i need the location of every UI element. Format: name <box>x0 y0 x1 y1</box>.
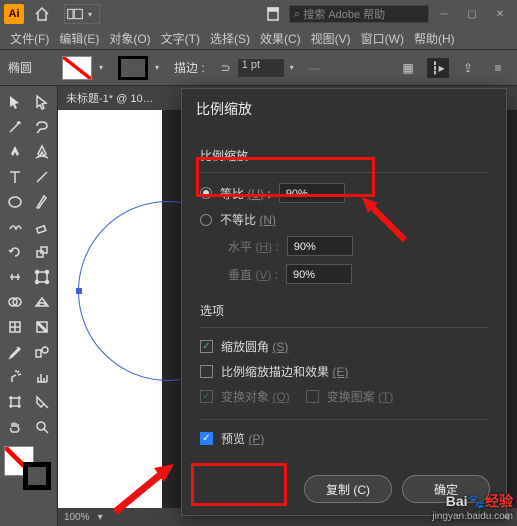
lasso-tool[interactable] <box>29 115 55 139</box>
line-tool[interactable] <box>29 165 55 189</box>
menu-bar: 文件(F) 编辑(E) 对象(O) 文字(T) 选择(S) 效果(C) 视图(V… <box>0 28 517 50</box>
menu-view[interactable]: 视图(V) <box>307 28 355 49</box>
width-tool[interactable] <box>2 265 28 289</box>
copy-button[interactable]: 复制 (C) <box>304 475 392 503</box>
horizontal-input[interactable]: 90% <box>287 236 353 256</box>
type-tool[interactable] <box>2 165 28 189</box>
horizontal-label: 水平 (H) : <box>228 238 279 255</box>
document-icon[interactable] <box>263 4 283 24</box>
ellipse-tool[interactable] <box>2 190 28 214</box>
menu-object[interactable]: 对象(O) <box>105 28 154 49</box>
tool-name-label: 椭圆 <box>8 59 32 76</box>
menu-select[interactable]: 选择(S) <box>206 28 254 49</box>
section-options-label: 选项 <box>200 302 488 319</box>
menu-effect[interactable]: 效果(C) <box>256 28 305 49</box>
stroke-color-swatch[interactable] <box>23 462 51 490</box>
home-icon[interactable] <box>32 4 52 24</box>
vertical-input[interactable]: 90% <box>286 264 352 284</box>
search-input[interactable]: ⌕ 搜索 Adobe 帮助 <box>289 5 429 23</box>
uniform-value-input[interactable]: 90% <box>279 183 345 203</box>
shaper-tool[interactable] <box>2 215 28 239</box>
scale-dialog: 比例缩放 比例缩放 等比 (U) : 90% 不等比 (N) 水平 (H) : … <box>181 88 507 516</box>
magic-wand-tool[interactable] <box>2 115 28 139</box>
free-transform-tool[interactable] <box>29 265 55 289</box>
gradient-tool[interactable] <box>29 315 55 339</box>
close-button[interactable]: ✕ <box>487 4 513 24</box>
section-scale-label: 比例缩放 <box>200 147 488 164</box>
divider <box>200 327 488 328</box>
menu-type[interactable]: 文字(T) <box>157 28 204 49</box>
color-controls[interactable] <box>2 444 55 490</box>
separator: — <box>309 61 321 75</box>
menu-edit[interactable]: 编辑(E) <box>55 28 103 49</box>
divider <box>200 419 488 420</box>
scale-tool[interactable] <box>29 240 55 264</box>
column-graph-tool[interactable] <box>29 365 55 389</box>
app-logo: Ai <box>4 4 24 24</box>
scale-corners-checkbox[interactable] <box>200 340 213 353</box>
grid-icon[interactable]: ▦ <box>397 58 419 78</box>
pen-tool[interactable] <box>2 140 28 164</box>
transform-patterns-label: 变换图案 (T) <box>327 388 394 405</box>
ok-button[interactable]: 确定 <box>402 475 490 503</box>
preview-label: 预览 (P) <box>221 430 264 447</box>
mesh-tool[interactable] <box>2 315 28 339</box>
blend-tool[interactable] <box>29 340 55 364</box>
chevron-down-icon: ▾ <box>83 7 97 21</box>
minimize-button[interactable]: ─ <box>431 4 457 24</box>
transform-objects-label: 变换对象 (O) <box>221 388 290 405</box>
transform-objects-checkbox <box>200 390 213 403</box>
curvature-tool[interactable] <box>29 140 55 164</box>
preview-checkbox[interactable] <box>200 432 213 445</box>
stroke-label: 描边 : <box>174 59 205 76</box>
share-icon[interactable]: ⇪ <box>457 58 479 78</box>
app-titlebar: Ai ▾ ⌕ 搜索 Adobe 帮助 ─ ▢ ✕ <box>0 0 517 28</box>
chevron-down-icon[interactable]: ▾ <box>150 61 164 75</box>
zoom-level[interactable]: 100% <box>64 512 90 523</box>
paintbrush-tool[interactable] <box>29 190 55 214</box>
fill-swatch[interactable] <box>62 56 92 80</box>
link-icon[interactable]: ⊃ <box>215 58 237 78</box>
stroke-swatch[interactable] <box>118 56 148 80</box>
uniform-radio[interactable] <box>200 187 212 199</box>
direct-selection-tool[interactable] <box>29 90 55 114</box>
zoom-tool[interactable] <box>29 415 55 439</box>
eraser-tool[interactable] <box>29 215 55 239</box>
symbol-sprayer-tool[interactable] <box>2 365 28 389</box>
align-icon[interactable]: ┇▸ <box>427 58 449 78</box>
transform-patterns-checkbox <box>306 390 319 403</box>
rotate-tool[interactable] <box>2 240 28 264</box>
nonuniform-label: 不等比 (N) <box>220 211 276 228</box>
chevron-down-icon[interactable]: ▾ <box>98 512 103 523</box>
menu-window[interactable]: 窗口(W) <box>357 28 408 49</box>
anchor-point[interactable] <box>76 288 82 294</box>
vertical-label: 垂直 (V) : <box>228 266 278 283</box>
divider <box>200 172 488 173</box>
dialog-title: 比例缩放 <box>182 89 506 129</box>
scale-corners-label: 缩放圆角 (S) <box>221 338 288 355</box>
chevron-down-icon[interactable]: ▾ <box>285 61 299 75</box>
nonuniform-radio[interactable] <box>200 214 212 226</box>
eyedropper-tool[interactable] <box>2 340 28 364</box>
tool-panel <box>0 86 58 526</box>
perspective-tool[interactable] <box>29 290 55 314</box>
hand-tool[interactable] <box>2 415 28 439</box>
shape-builder-tool[interactable] <box>2 290 28 314</box>
uniform-label: 等比 (U) : <box>220 185 271 202</box>
maximize-button[interactable]: ▢ <box>459 4 485 24</box>
options-bar: 椭圆 ▾ ▾ 描边 : ⊃ 1 pt ▾ — ▦ ┇▸ ⇪ ≡ <box>0 50 517 86</box>
menu-help[interactable]: 帮助(H) <box>410 28 459 49</box>
menu-icon[interactable]: ≡ <box>487 58 509 78</box>
scale-strokes-checkbox[interactable] <box>200 365 213 378</box>
menu-file[interactable]: 文件(F) <box>6 28 53 49</box>
slice-tool[interactable] <box>29 390 55 414</box>
scale-strokes-label: 比例缩放描边和效果 (E) <box>221 363 348 380</box>
artboard-tool[interactable] <box>2 390 28 414</box>
stroke-weight-input[interactable]: 1 pt <box>237 58 285 78</box>
search-icon: ⌕ <box>294 8 300 21</box>
selection-tool[interactable] <box>2 90 28 114</box>
chevron-down-icon[interactable]: ▾ <box>94 61 108 75</box>
workspace-switcher[interactable]: ▾ <box>64 4 100 24</box>
